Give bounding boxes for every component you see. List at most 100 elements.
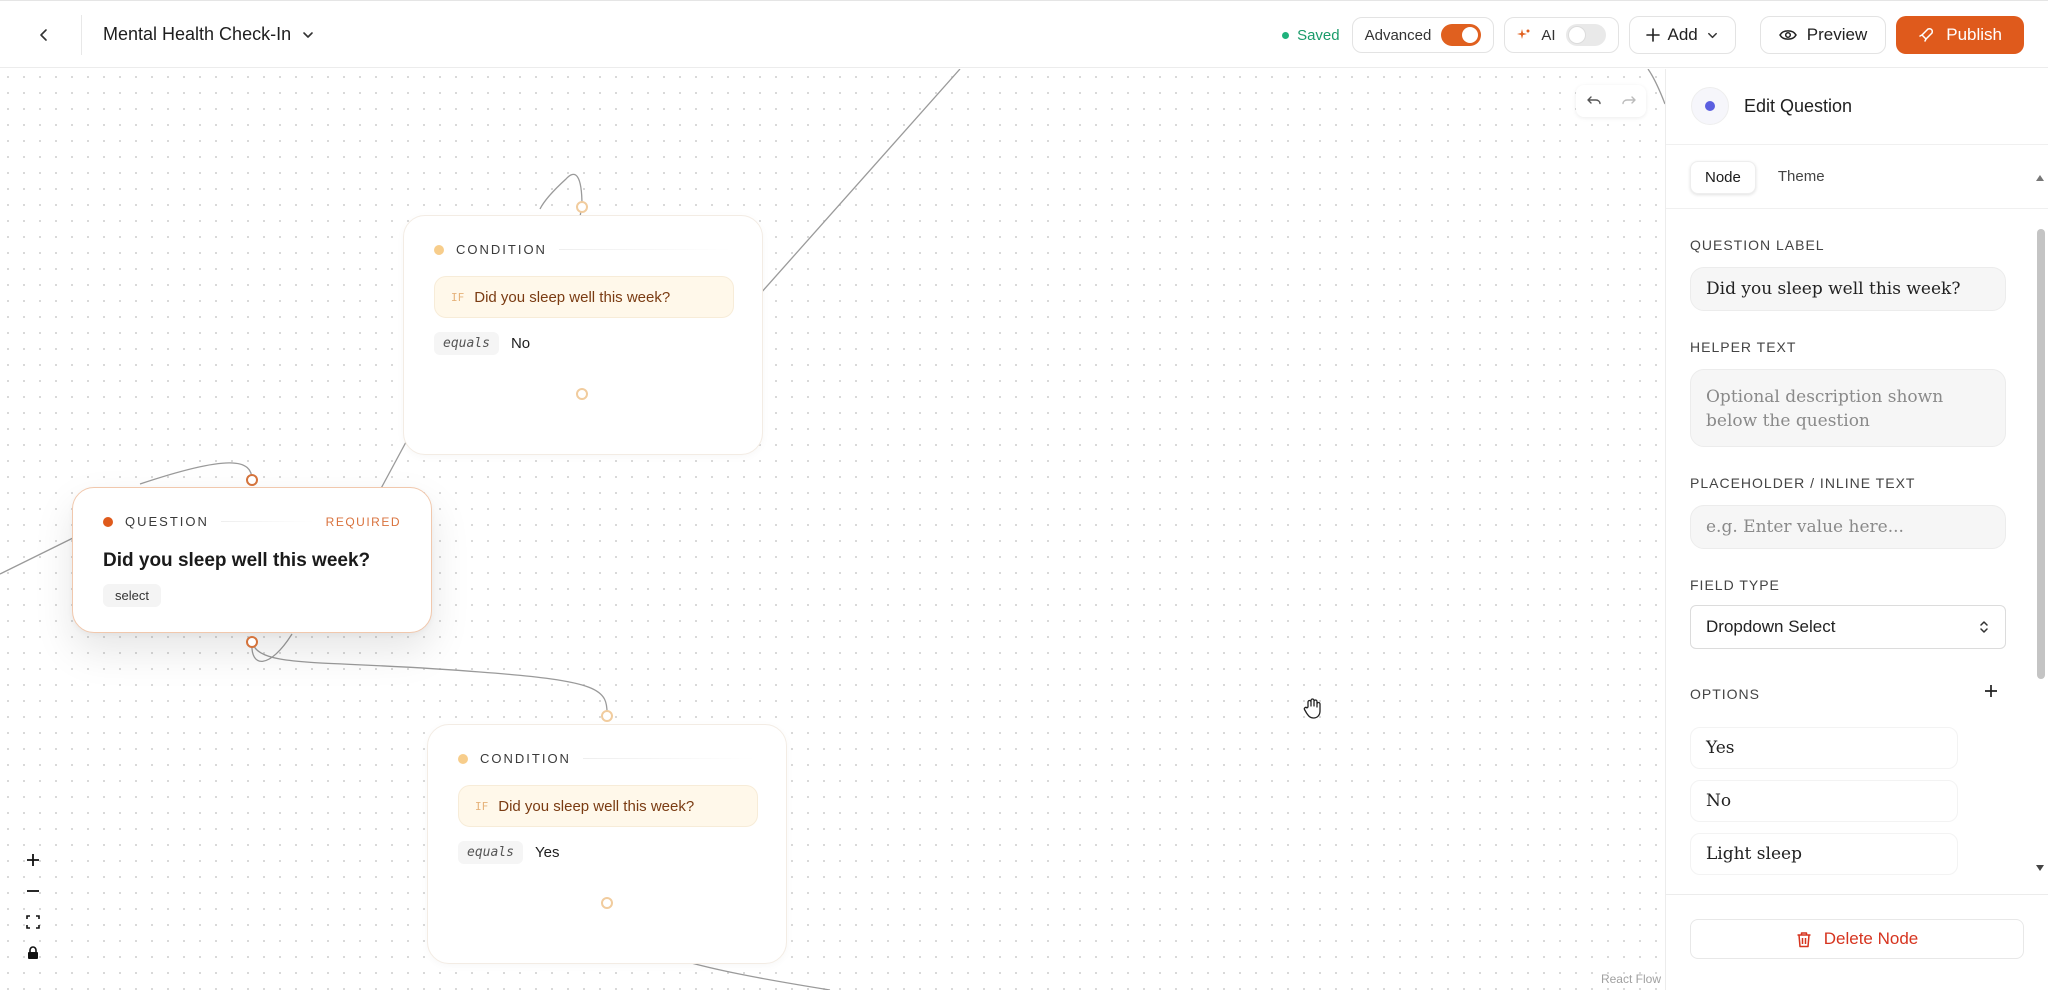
preview-button[interactable]: Preview [1759, 16, 1887, 54]
condition-dot-icon [458, 753, 468, 764]
node-handle-out[interactable] [576, 388, 588, 400]
flow-canvas[interactable]: CONDITION IF Did you sleep well this wee… [0, 69, 1665, 990]
edge [251, 633, 293, 662]
placeholder-text-input[interactable]: e.g. Enter value here... [1690, 505, 2006, 549]
canvas-controls [18, 847, 48, 965]
panel-title: Edit Question [1744, 96, 1853, 116]
rocket-icon [1919, 28, 1934, 42]
panel-tabs: Node Theme [1690, 161, 1839, 194]
delete-node-button[interactable]: Delete Node [1690, 919, 2024, 959]
field-type-value: Dropdown Select [1706, 617, 1836, 636]
tab-node[interactable]: Node [1690, 161, 1756, 194]
ai-toggle[interactable] [1565, 24, 1606, 46]
node-handle-out[interactable] [246, 636, 258, 648]
node-handle-in[interactable] [246, 474, 258, 486]
node-kind: CONDITION [456, 242, 547, 257]
condition-dot-icon [434, 244, 444, 255]
plus-icon [1645, 28, 1660, 42]
fit-view-icon [26, 914, 40, 929]
undo-icon[interactable] [1586, 95, 1601, 107]
helper-text-placeholder: Optional description shown below the que… [1706, 387, 1944, 431]
option-item[interactable]: Light sleep [1690, 833, 1958, 875]
node-kind: QUESTION [125, 514, 209, 529]
option-label: Yes [1706, 738, 1735, 758]
option-label: No [1706, 791, 1732, 811]
publish-label: Publish [1946, 25, 2002, 44]
if-tag: IF [451, 290, 465, 304]
condition-if-box: IF Did you sleep well this week? [458, 785, 758, 827]
zoom-out-button[interactable] [19, 878, 47, 903]
node-indicator-icon [1691, 87, 1729, 125]
top-bar: Mental Health Check-In Saved Advanced AI… [0, 0, 2048, 68]
node-header: QUESTION REQUIRED [103, 514, 401, 529]
node-header: CONDITION [434, 242, 732, 257]
options-heading: OPTIONS [1690, 686, 1761, 702]
question-label-value: Did you sleep well this week? [1706, 279, 1961, 299]
preview-label: Preview [1806, 25, 1868, 44]
fit-view-button[interactable] [19, 909, 47, 934]
helper-text-input[interactable]: Optional description shown below the que… [1690, 369, 2006, 447]
field-type-select[interactable]: Dropdown Select [1690, 605, 2006, 649]
lock-button[interactable] [19, 940, 47, 965]
advanced-label: Advanced [1364, 26, 1432, 44]
option-item[interactable]: Yes [1690, 727, 1958, 769]
chevron-down-icon [1707, 32, 1717, 38]
scrollbar-thumb[interactable] [2037, 229, 2045, 679]
advanced-toggle-group[interactable]: Advanced [1351, 17, 1495, 53]
sparkle-icon [1517, 29, 1530, 39]
delete-node-label: Delete Node [1823, 929, 1919, 948]
condition-question: Did you sleep well this week? [474, 288, 671, 306]
trash-icon [1797, 931, 1811, 947]
ai-label: AI [1541, 26, 1556, 44]
tab-theme[interactable]: Theme [1764, 161, 1839, 194]
zoom-in-button[interactable] [19, 847, 47, 872]
option-label: Light sleep [1706, 844, 1802, 864]
field-type-heading: FIELD TYPE [1690, 577, 1780, 593]
redo-icon[interactable] [1621, 95, 1636, 107]
add-button[interactable]: Add [1628, 16, 1736, 54]
condition-rule: equals No [434, 332, 530, 355]
form-title: Mental Health Check-In [103, 24, 292, 44]
condition-question: Did you sleep well this week? [498, 797, 695, 815]
node-handle-out[interactable] [601, 897, 613, 909]
minus-icon [27, 889, 39, 892]
edge [0, 536, 76, 575]
condition-value: Yes [534, 844, 560, 861]
edge [1647, 69, 1665, 105]
question-type-chip: select [103, 584, 161, 607]
react-flow-attribution[interactable]: React Flow [1601, 972, 1661, 986]
publish-button[interactable]: Publish [1896, 16, 2024, 54]
lock-icon [28, 945, 38, 959]
question-label-input[interactable]: Did you sleep well this week? [1690, 267, 2006, 311]
saved-dot-icon [1282, 31, 1290, 39]
panel-header: Edit Question [1666, 69, 2048, 145]
question-node[interactable]: QUESTION REQUIRED Did you sleep well thi… [72, 487, 432, 633]
divider [1666, 208, 2048, 209]
option-item[interactable]: No [1690, 780, 1958, 822]
advanced-toggle[interactable] [1441, 24, 1482, 46]
add-option-button[interactable] [1984, 684, 1998, 703]
eye-icon [1778, 30, 1797, 40]
ai-toggle-group[interactable]: AI [1504, 17, 1619, 53]
plus-icon [1985, 685, 1997, 697]
node-handle-in[interactable] [576, 201, 588, 213]
back-button[interactable] [30, 21, 58, 49]
hand-cursor-icon [1301, 696, 1325, 725]
chevron-left-icon [40, 29, 47, 41]
divider [81, 15, 82, 55]
node-handle-in[interactable] [601, 710, 613, 722]
condition-node[interactable]: CONDITION IF Did you sleep well this wee… [427, 724, 787, 964]
node-header: CONDITION [458, 751, 756, 766]
if-tag: IF [475, 799, 489, 813]
edit-panel: Edit Question Node Theme QUESTION LABEL … [1665, 69, 2048, 990]
question-title: Did you sleep well this week? [103, 550, 371, 571]
toolbar-actions: Saved Advanced AI Add Preview Publish [1282, 15, 2024, 55]
edge [759, 69, 961, 295]
form-title-dropdown[interactable]: Mental Health Check-In [103, 24, 315, 45]
required-badge: REQUIRED [325, 514, 401, 529]
undo-redo-group [1576, 85, 1646, 117]
placeholder-text-heading: PLACEHOLDER / INLINE TEXT [1690, 475, 1916, 491]
condition-node[interactable]: CONDITION IF Did you sleep well this wee… [403, 215, 763, 455]
chevron-down-icon [303, 31, 313, 38]
helper-text-heading: HELPER TEXT [1690, 339, 1797, 355]
